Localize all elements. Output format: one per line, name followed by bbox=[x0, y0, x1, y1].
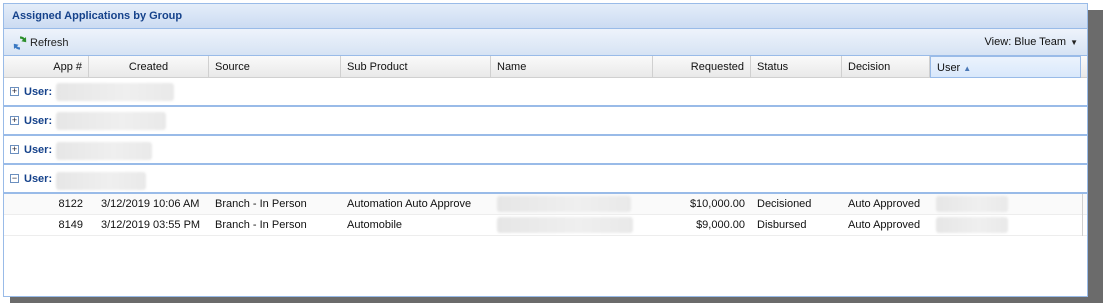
column-header-decision[interactable]: Decision bbox=[842, 56, 930, 78]
caret-down-icon: ▼ bbox=[1070, 37, 1078, 47]
column-header-source[interactable]: Source bbox=[209, 56, 341, 78]
table-row[interactable]: 8122 3/12/2019 10:06 AM Branch - In Pers… bbox=[4, 194, 1087, 215]
grid-header: App # Created Source Sub Product Name Re… bbox=[4, 56, 1087, 78]
plus-box-icon[interactable]: + bbox=[10, 116, 19, 125]
group-row-user-2[interactable]: + User: bbox=[4, 107, 1087, 136]
column-label-user: User bbox=[937, 62, 961, 74]
column-label-source: Source bbox=[215, 61, 250, 73]
cell-sub-product: Automobile bbox=[347, 219, 403, 231]
column-header-status[interactable]: Status bbox=[751, 56, 842, 78]
column-header-name[interactable]: Name bbox=[491, 56, 653, 78]
cell-created: 3/12/2019 10:06 AM bbox=[101, 198, 200, 210]
column-label-name: Name bbox=[497, 61, 527, 73]
column-header-sub-product[interactable]: Sub Product bbox=[341, 56, 491, 78]
cell-status: Disbursed bbox=[757, 219, 807, 231]
refresh-icon bbox=[13, 35, 27, 50]
cell-decision: Auto Approved bbox=[848, 219, 921, 231]
column-label-created: Created bbox=[128, 61, 169, 73]
group-label: User: bbox=[24, 86, 53, 98]
grid-right-edge bbox=[1082, 194, 1083, 236]
cell-sub-product: Automation Auto Approve bbox=[347, 198, 472, 210]
column-header-created[interactable]: Created bbox=[89, 56, 209, 78]
column-header-app[interactable]: App # bbox=[4, 56, 89, 78]
redacted-name bbox=[497, 196, 631, 212]
toolbar: Refresh View: Blue Team ▼ bbox=[4, 29, 1087, 56]
column-label-sub-product: Sub Product bbox=[347, 61, 408, 73]
column-header-requested[interactable]: Requested bbox=[653, 56, 751, 78]
column-label-status: Status bbox=[757, 61, 789, 73]
redacted-user-name bbox=[56, 142, 152, 160]
cell-decision: Auto Approved bbox=[848, 198, 921, 210]
refresh-label: Refresh bbox=[30, 36, 69, 49]
panel-title: Assigned Applications by Group bbox=[12, 10, 183, 22]
cell-app: 8149 bbox=[58, 219, 83, 231]
refresh-button[interactable]: Refresh bbox=[12, 34, 69, 51]
redacted-user bbox=[936, 196, 1008, 212]
redacted-name bbox=[497, 217, 633, 233]
cell-source: Branch - In Person bbox=[215, 219, 307, 231]
group-label: User: bbox=[24, 173, 53, 185]
sort-ascending-icon: ▲ bbox=[963, 64, 972, 73]
column-label-app: App # bbox=[53, 61, 82, 73]
minus-box-icon[interactable]: − bbox=[10, 174, 19, 183]
column-header-user[interactable]: User ▲ bbox=[930, 56, 1081, 78]
redacted-user bbox=[936, 217, 1008, 233]
column-label-decision: Decision bbox=[848, 61, 891, 73]
group-row-user-4[interactable]: − User: bbox=[4, 165, 1087, 194]
cell-app: 8122 bbox=[58, 198, 83, 210]
redacted-user-name bbox=[56, 112, 166, 130]
table-row[interactable]: 8149 3/12/2019 03:55 PM Branch - In Pers… bbox=[4, 215, 1087, 236]
group-label: User: bbox=[24, 115, 53, 127]
group-row-user-1[interactable]: + User: bbox=[4, 78, 1087, 107]
cell-created: 3/12/2019 03:55 PM bbox=[101, 219, 201, 231]
cell-requested: $10,000.00 bbox=[689, 198, 745, 210]
cell-requested: $9,000.00 bbox=[696, 219, 745, 231]
column-label-requested: Requested bbox=[690, 61, 744, 73]
cell-source: Branch - In Person bbox=[215, 198, 307, 210]
cell-status: Decisioned bbox=[757, 198, 812, 210]
group-row-user-3[interactable]: + User: bbox=[4, 136, 1087, 165]
redacted-user-name bbox=[56, 172, 146, 190]
plus-box-icon[interactable]: + bbox=[10, 87, 19, 96]
group-label: User: bbox=[24, 144, 53, 156]
assigned-applications-panel: Assigned Applications by Group Refresh V… bbox=[3, 3, 1088, 297]
view-label: View: Blue Team bbox=[984, 36, 1067, 48]
panel-header: Assigned Applications by Group bbox=[4, 4, 1087, 29]
redacted-user-name bbox=[56, 83, 174, 101]
plus-box-icon[interactable]: + bbox=[10, 145, 19, 154]
view-selector[interactable]: View: Blue Team ▼ bbox=[985, 36, 1078, 48]
